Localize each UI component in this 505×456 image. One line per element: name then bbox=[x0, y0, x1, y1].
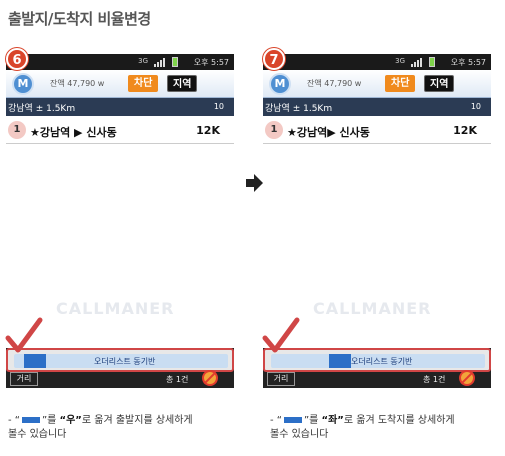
balance-text: 잔액 47,790 w bbox=[50, 79, 105, 88]
block-button[interactable]: 차단 bbox=[128, 75, 159, 92]
signal-icon bbox=[154, 58, 168, 67]
logo-icon: M bbox=[269, 73, 291, 95]
screen-panel-step-7: 7 3G 오후 5:57 M 잔액 47,790 w 차단 지역 강남역 ± 1… bbox=[262, 46, 491, 396]
balance-text: 잔액 47,790 w bbox=[307, 79, 362, 88]
count-text: 총 1건 bbox=[166, 375, 189, 384]
app-header: M 잔액 47,790 w 차단 지역 bbox=[6, 70, 234, 98]
page-title: 출발지/도착지 비율변경 bbox=[8, 10, 151, 28]
arrow-right-icon bbox=[246, 174, 263, 192]
ticker-handle[interactable] bbox=[24, 354, 46, 368]
status-bar: 3G 오후 5:57 bbox=[6, 54, 234, 70]
status-time: 오후 5:57 bbox=[193, 58, 229, 67]
status-time: 오후 5:57 bbox=[450, 58, 486, 67]
signal-icon bbox=[411, 58, 425, 67]
ticker-text: 오더리스트 동기반 bbox=[351, 357, 413, 366]
location-name: 강남역 ± 1.5Km bbox=[8, 104, 76, 114]
ticker-handle[interactable] bbox=[329, 354, 351, 368]
caption-direction: “좌” bbox=[321, 415, 344, 426]
battery-icon bbox=[429, 57, 435, 67]
location-bar: 강남역 ± 1.5Km 10 bbox=[263, 98, 491, 116]
order-price: 12K bbox=[196, 124, 220, 137]
app-header: M 잔액 47,790 w 차단 지역 bbox=[263, 70, 491, 98]
ticker-slider[interactable]: 오더리스트 동기반 bbox=[271, 354, 485, 368]
battery-icon bbox=[172, 57, 178, 67]
logo-icon: M bbox=[12, 73, 34, 95]
network-indicator: 3G bbox=[395, 57, 405, 65]
ticker-text: 오더리스트 동기반 bbox=[94, 357, 156, 366]
distance-button[interactable]: 거리 bbox=[267, 372, 295, 386]
order-number: 1 bbox=[8, 121, 26, 139]
caption-direction: “우” bbox=[59, 415, 82, 426]
caption-prefix: - “ bbox=[270, 415, 282, 426]
checkmark-icon bbox=[5, 317, 43, 353]
checkmark-icon bbox=[262, 317, 300, 353]
count-text: 총 1건 bbox=[423, 375, 446, 384]
caption-suffix: 로 옮겨 도착지를 상세하게 bbox=[343, 415, 455, 426]
status-bar: 3G 오후 5:57 bbox=[263, 54, 491, 70]
order-route: ★강남역▶ 신사동 bbox=[287, 126, 370, 139]
caption-middle: ”를 bbox=[41, 415, 60, 426]
location-name: 강남역 ± 1.5Km bbox=[265, 104, 333, 114]
step-badge: 6 bbox=[6, 48, 28, 70]
screen-panel-step-6: 6 3G 오후 5:57 M 잔액 47,790 w 차단 지역 강남역 ± 1… bbox=[5, 46, 234, 396]
watermark-logo: CALLMANER bbox=[313, 299, 432, 318]
order-row[interactable]: 1 ★강남역 ▶ 신사동 12K bbox=[6, 118, 234, 144]
distance-button[interactable]: 거리 bbox=[10, 372, 38, 386]
block-button[interactable]: 차단 bbox=[385, 75, 416, 92]
order-number: 1 bbox=[265, 121, 283, 139]
caption-suffix: 로 옮겨 출발지를 상세하게 bbox=[81, 415, 193, 426]
region-button[interactable]: 지역 bbox=[424, 75, 455, 92]
caption-left: - “ ”를 “우”로 옮겨 출발지를 상세하게 볼수 있습니다 bbox=[8, 414, 238, 442]
step-badge: 7 bbox=[263, 48, 285, 70]
caption-line2: 볼수 있습니다 bbox=[270, 429, 329, 440]
caption-line2: 볼수 있습니다 bbox=[8, 429, 67, 440]
location-count: 10 bbox=[470, 102, 481, 111]
network-indicator: 3G bbox=[138, 57, 148, 65]
order-price: 12K bbox=[453, 124, 477, 137]
watermark-logo: CALLMANER bbox=[56, 299, 175, 318]
location-bar: 강남역 ± 1.5Km 10 bbox=[6, 98, 234, 116]
caption-prefix: - “ bbox=[8, 415, 20, 426]
location-count: 10 bbox=[213, 102, 224, 111]
ticker-swatch-icon bbox=[21, 417, 40, 423]
caption-right: - “ ”를 “좌”로 옮겨 도착지를 상세하게 볼수 있습니다 bbox=[270, 414, 500, 442]
ticker-swatch-icon bbox=[283, 417, 302, 423]
order-route: ★강남역 ▶ 신사동 bbox=[30, 126, 117, 139]
ticker-slider[interactable]: 오더리스트 동기반 bbox=[14, 354, 228, 368]
region-button[interactable]: 지역 bbox=[167, 75, 198, 92]
no-entry-icon[interactable] bbox=[202, 370, 218, 386]
caption-middle: ”를 bbox=[303, 415, 322, 426]
no-entry-icon[interactable] bbox=[459, 370, 475, 386]
order-row[interactable]: 1 ★강남역▶ 신사동 12K bbox=[263, 118, 491, 144]
